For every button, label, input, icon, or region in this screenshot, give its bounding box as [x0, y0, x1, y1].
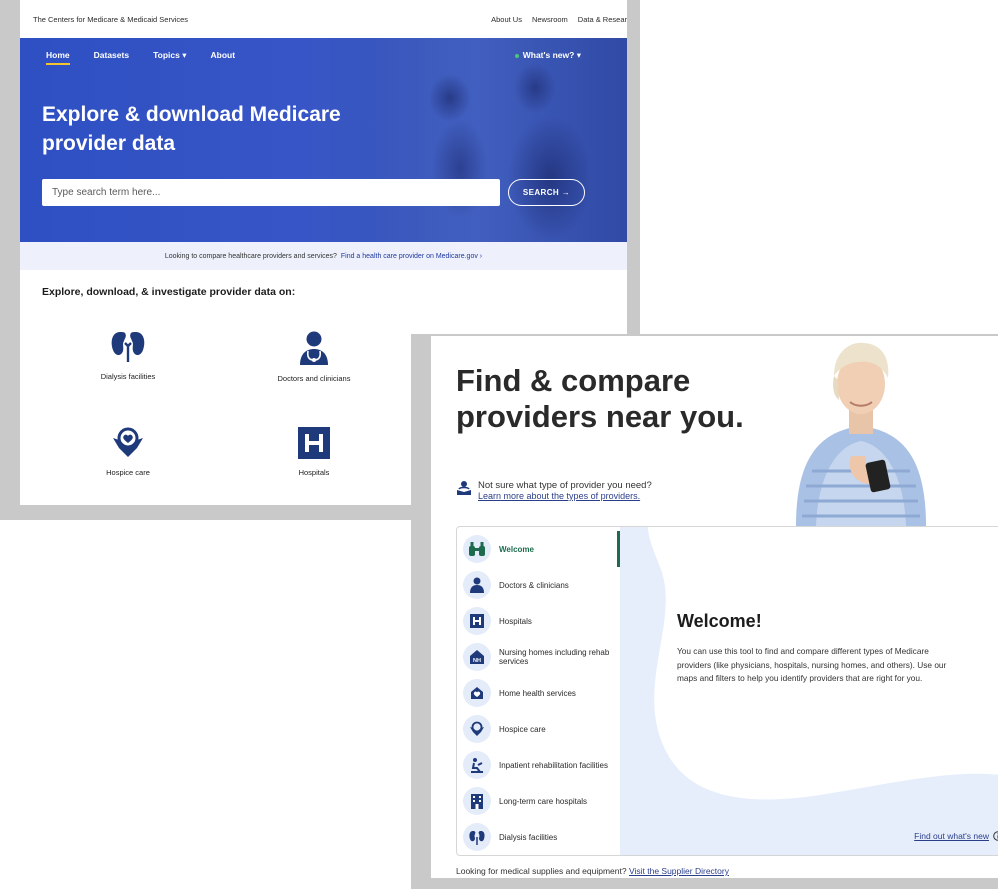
welcome-body: You can use this tool to find and compar… — [677, 646, 947, 683]
tile-dialysis[interactable]: Dialysis facilities — [48, 330, 208, 381]
top-bar: The Centers for Medicare & Medicaid Serv… — [20, 0, 627, 38]
home-health-icon — [463, 679, 491, 707]
sidebar-item-dialysis[interactable]: Dialysis facilities — [457, 819, 620, 855]
help-question: Not sure what type of provider you need? — [478, 480, 652, 491]
find-compare-page: Find & compare providers near you. Not s… — [431, 336, 998, 878]
status-dot-icon — [514, 53, 519, 58]
top-link-data-resources[interactable]: Data & Resear — [578, 15, 627, 24]
tile-hospice[interactable]: Hospice care — [48, 426, 208, 477]
hospice-icon — [113, 427, 143, 457]
sidebar-item-hospitals[interactable]: Hospitals — [457, 603, 620, 639]
search-input[interactable] — [42, 179, 500, 206]
tile-doctors[interactable]: Doctors and clinicians — [234, 330, 394, 383]
hero-banner: Home Datasets Topics ▾ About What's new?… — [20, 38, 627, 242]
binoculars-icon — [463, 535, 491, 563]
sidebar-label: Long-term care hospitals — [499, 796, 588, 806]
sidebar-item-home-health[interactable]: Home health services — [457, 675, 620, 711]
provider-panel: Welcome Doctors & clinicians Hospitals N… — [456, 526, 998, 856]
nav-about[interactable]: About — [210, 50, 235, 65]
supplier-text: Looking for medical supplies and equipme… — [456, 866, 627, 876]
top-link-about-us[interactable]: About Us — [491, 15, 522, 24]
kidney-icon — [111, 332, 145, 362]
agency-name: The Centers for Medicare & Medicaid Serv… — [33, 14, 189, 24]
nursing-home-icon: NH — [463, 643, 491, 671]
svg-text:NH: NH — [473, 658, 481, 664]
find-compare-window: Find & compare providers near you. Not s… — [411, 334, 998, 889]
hospital-icon — [463, 607, 491, 635]
tile-label: Dialysis facilities — [100, 372, 156, 381]
woman-with-phone-photo — [796, 342, 926, 526]
find-out-label: Find out what's new — [914, 831, 989, 841]
chevron-down-icon: ▾ — [576, 50, 581, 60]
sidebar-label: Nursing homes including rehab services — [499, 648, 610, 666]
nav-topics[interactable]: Topics ▾ — [153, 50, 186, 65]
nav-topics-label: Topics — [153, 50, 180, 60]
sidebar-item-hospice[interactable]: Hospice care — [457, 711, 620, 747]
supplier-note: Looking for medical supplies and equipme… — [456, 866, 729, 876]
sidebar-item-nursing-homes[interactable]: NH Nursing homes including rehab service… — [457, 639, 620, 675]
info-icon — [993, 831, 998, 841]
compare-link[interactable]: Find a health care provider on Medicare.… — [341, 253, 482, 260]
sidebar-label: Home health services — [499, 688, 576, 698]
sidebar-item-long-term-care[interactable]: Long-term care hospitals — [457, 783, 620, 819]
tile-hospitals[interactable]: Hospitals — [234, 426, 394, 477]
reading-person-icon — [457, 481, 471, 495]
provider-sidebar: Welcome Doctors & clinicians Hospitals N… — [457, 527, 621, 855]
search-button[interactable]: SEARCH → — [508, 179, 585, 206]
background-shape — [648, 527, 998, 800]
hospital-icon — [298, 427, 330, 459]
tile-label: Doctors and clinicians — [277, 374, 351, 383]
top-link-newsroom[interactable]: Newsroom — [532, 15, 568, 24]
welcome-heading: Welcome! — [677, 611, 762, 631]
top-links: About Us Newsroom Data & Resear — [491, 15, 627, 24]
sidebar-item-rehab[interactable]: Inpatient rehabilitation facilities — [457, 747, 620, 783]
sidebar-label: Dialysis facilities — [499, 832, 558, 842]
explore-heading: Explore, download, & investigate provide… — [42, 286, 296, 298]
supplier-link[interactable]: Visit the Supplier Directory — [629, 866, 729, 876]
hero-title: Explore & download Medicare provider dat… — [42, 103, 341, 155]
rehab-icon — [463, 751, 491, 779]
sidebar-item-doctors[interactable]: Doctors & clinicians — [457, 567, 620, 603]
whats-new-label: What's new? — [522, 50, 575, 60]
sidebar-label: Hospice care — [499, 724, 546, 734]
compare-link-label: Find a health care provider on Medicare.… — [340, 252, 478, 260]
doctor-icon — [463, 571, 491, 599]
provider-help: Not sure what type of provider you need?… — [456, 480, 652, 502]
sidebar-label: Inpatient rehabilitation facilities — [499, 760, 608, 770]
building-icon — [463, 787, 491, 815]
tile-label: Hospice care — [106, 468, 150, 477]
welcome-content: Welcome! You can use this tool to find a… — [620, 527, 998, 855]
hospice-icon — [463, 715, 491, 743]
doctor-icon — [300, 331, 328, 365]
compare-banner: Looking to compare healthcare providers … — [20, 242, 627, 270]
compare-text: Looking to compare healthcare providers … — [164, 252, 337, 260]
kidney-icon — [463, 823, 491, 851]
sidebar-label: Hospitals — [499, 616, 532, 626]
find-out-link[interactable]: Find out what's new — [914, 831, 998, 841]
nav-datasets[interactable]: Datasets — [94, 50, 129, 65]
page-title: Find & compare providers near you. — [456, 363, 744, 434]
hero-photo — [380, 38, 627, 242]
search-button-label: SEARCH — [522, 188, 560, 197]
sidebar-item-welcome[interactable]: Welcome — [457, 531, 620, 567]
whats-new-menu[interactable]: What's new? ▾ — [514, 50, 581, 61]
nav-home[interactable]: Home — [46, 50, 70, 65]
sidebar-label: Doctors & clinicians — [499, 580, 569, 590]
arrow-right-icon: → — [561, 188, 571, 197]
help-text-block: Not sure what type of provider you need?… — [478, 480, 652, 502]
chevron-down-icon: ▾ — [182, 50, 187, 60]
tile-label: Hospitals — [298, 468, 330, 477]
sidebar-label: Welcome — [499, 544, 534, 554]
main-nav: Home Datasets Topics ▾ About — [46, 50, 235, 65]
help-link[interactable]: Learn more about the types of providers. — [478, 491, 640, 501]
